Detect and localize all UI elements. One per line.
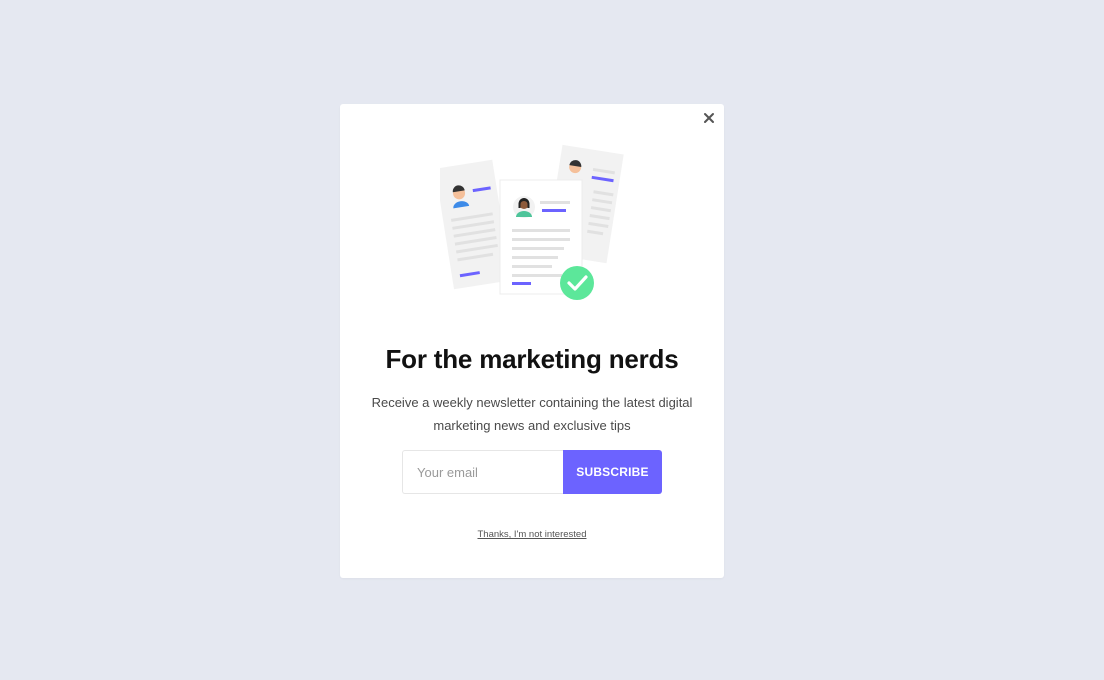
decline-link[interactable]: Thanks, I'm not interested: [477, 529, 586, 540]
email-input[interactable]: [402, 450, 563, 494]
decline-container: Thanks, I'm not interested: [340, 524, 724, 542]
resume-documents-illustration: [440, 144, 624, 300]
subscribe-form: SUBSCRIBE: [402, 450, 662, 494]
modal-title: For the marketing nerds: [385, 344, 679, 374]
subscribe-button[interactable]: SUBSCRIBE: [563, 450, 662, 494]
close-icon[interactable]: [700, 109, 718, 127]
check-badge-icon: [560, 266, 594, 300]
newsletter-modal: For the marketing nerds Receive a weekly…: [340, 104, 724, 578]
modal-description: Receive a weekly newsletter containing t…: [371, 395, 693, 433]
